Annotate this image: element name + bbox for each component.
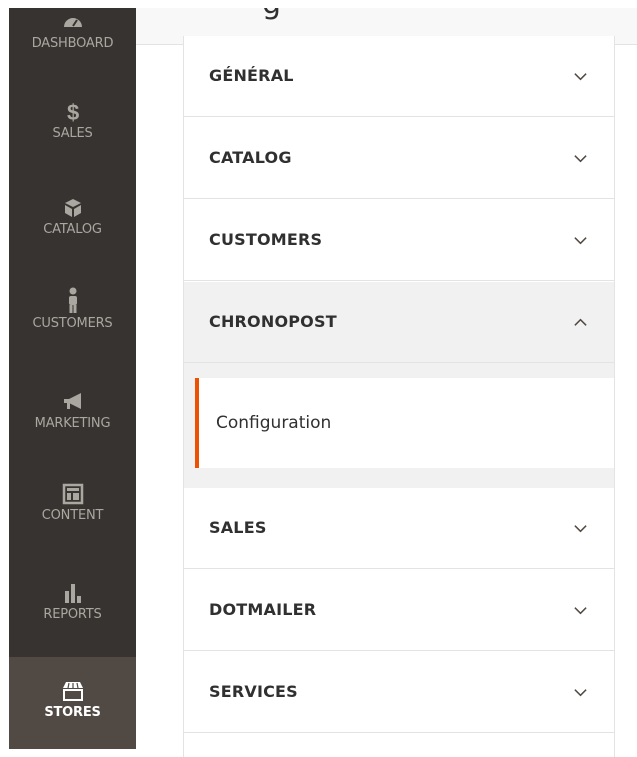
section-dotmailer[interactable]: DOTMAILER — [184, 570, 614, 651]
tab-configuration[interactable]: Configuration — [195, 378, 614, 468]
section-chronopost[interactable]: CHRONOPOST — [184, 282, 614, 363]
sidebar-item-dashboard[interactable]: DASHBOARD — [9, 8, 136, 68]
section-label: SALES — [209, 518, 267, 537]
sidebar-item-customers[interactable]: CUSTOMERS — [9, 286, 136, 350]
sidebar-item-label: CONTENT — [41, 508, 104, 523]
sidebar-item-label: CUSTOMERS — [32, 316, 113, 331]
layout-icon — [62, 483, 83, 505]
sidebar-item-catalog[interactable]: CATALOG — [9, 196, 136, 260]
section-customers[interactable]: CUSTOMERS — [184, 200, 614, 281]
svg-text:$: $ — [66, 100, 78, 124]
sidebar-item-label: CATALOG — [43, 222, 102, 237]
tab-label: Configuration — [216, 413, 332, 433]
sidebar-item-marketing[interactable]: MARKETING — [9, 390, 136, 454]
section-label: CUSTOMERS — [209, 230, 323, 249]
section-label: CHRONOPOST — [209, 312, 337, 331]
admin-page: g DASHBOARD $ SALES CATALOG — [0, 0, 637, 757]
sidebar-item-label: REPORTS — [43, 607, 102, 622]
section-general[interactable]: GÉNÉRAL — [184, 36, 614, 117]
bar-chart-icon — [64, 584, 81, 603]
chronopost-submenu: Configuration — [184, 363, 614, 488]
person-icon — [68, 287, 77, 313]
megaphone-icon — [63, 393, 81, 409]
section-label: SERVICES — [209, 682, 298, 701]
sidebar-item-label: MARKETING — [34, 416, 111, 431]
chevron-down-icon — [574, 73, 587, 81]
section-label: DOTMAILER — [209, 600, 317, 619]
chevron-down-icon — [574, 607, 587, 615]
page-title: g — [262, 8, 281, 21]
sidebar-item-label: SALES — [52, 126, 93, 141]
sidebar-item-label: STORES — [44, 705, 101, 720]
config-tabs-panel: GÉNÉRAL CATALOG CUSTOMERS CHRONOPOST Con… — [183, 36, 615, 757]
chevron-up-icon — [574, 318, 587, 326]
sidebar-item-label: DASHBOARD — [31, 36, 114, 51]
chevron-down-icon — [574, 155, 587, 163]
admin-sidebar: DASHBOARD $ SALES CATALOG CUSTOMERS MARK… — [9, 8, 136, 749]
section-catalog[interactable]: CATALOG — [184, 118, 614, 199]
dollar-icon: $ — [66, 100, 78, 124]
sidebar-item-stores[interactable]: STORES — [9, 657, 136, 749]
dashboard-icon — [63, 18, 82, 27]
sidebar-item-content[interactable]: CONTENT — [9, 482, 136, 546]
chevron-down-icon — [574, 237, 587, 245]
section-label: GÉNÉRAL — [209, 66, 294, 85]
storefront-icon — [62, 682, 83, 701]
chevron-down-icon — [574, 525, 587, 533]
chevron-down-icon — [574, 689, 587, 697]
sidebar-item-sales[interactable]: $ SALES — [9, 100, 136, 164]
box-icon — [64, 199, 81, 217]
section-label: CATALOG — [209, 148, 292, 167]
section-sales[interactable]: SALES — [184, 488, 614, 569]
sidebar-item-reports[interactable]: REPORTS — [9, 581, 136, 645]
section-services[interactable]: SERVICES — [184, 652, 614, 733]
